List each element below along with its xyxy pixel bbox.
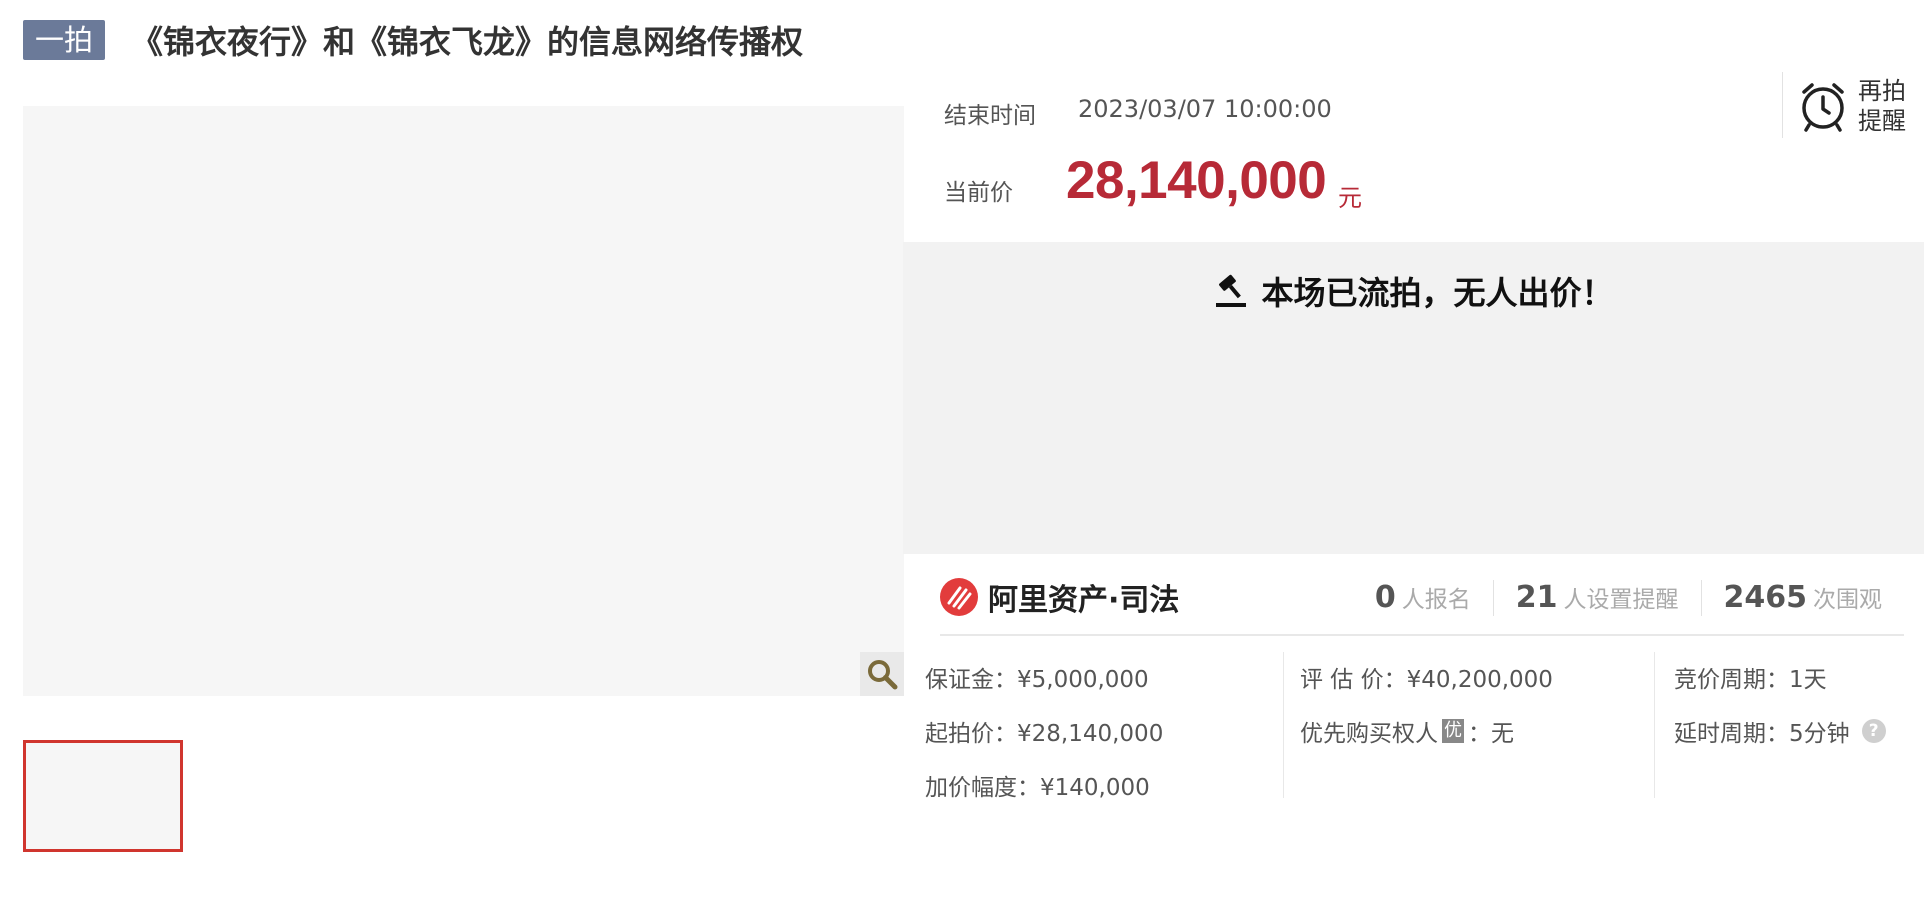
thumbnail-selected[interactable] [23,740,183,852]
priority-buyer-label: 优先购买权人 [1300,721,1438,747]
brand: 阿里资产·司法 [940,575,1179,619]
end-time-value: 2023/03/07 10:00:00 [1078,95,1332,123]
zoom-button[interactable] [860,652,904,696]
stat-reminders: 21 人设置提醒 [1492,580,1701,616]
delay-cycle-row: 延时周期：5分钟 ? [1674,714,1886,748]
brand-name: 阿里资产·司法 [988,583,1180,618]
divider [1654,652,1655,798]
alarm-clock-icon [1802,83,1844,132]
current-price-value: 28,140,000 [1066,151,1327,210]
auction-status-panel: 本场已流拍，无人出价！ [903,242,1924,554]
rebid-reminder-button[interactable]: 再拍提醒 [1782,72,1914,138]
stat-number: 2465 [1723,580,1808,615]
priority-buyer-value: ：无 [1468,721,1514,747]
auction-status-text: 本场已流拍，无人出价！ [1261,274,1614,312]
deposit: 保证金：¥5,000,000 [925,667,1149,693]
current-price-label: 当前价 [944,180,1013,206]
end-time-label: 结束时间 [944,103,1036,129]
magnifier-icon [868,660,898,690]
help-icon[interactable]: ? [1861,719,1886,743]
gavel-icon [1216,274,1247,307]
stat-label: 次围观 [1813,587,1882,613]
delay-cycle: 延时周期：5分钟 [1674,721,1850,747]
stat-registrations: 0 人报名 [1353,580,1493,616]
page-header: 一拍 《锦衣夜行》和《锦衣飞龙》的信息网络传播权 [23,20,804,61]
divider [940,634,1904,636]
round-badge: 一拍 [23,20,106,60]
stat-label: 人设置提醒 [1563,587,1679,613]
stat-number: 21 [1515,580,1558,615]
stat-number: 0 [1374,580,1396,615]
main-image[interactable] [23,106,904,696]
start-price: 起拍价：¥28,140,000 [925,721,1164,747]
stat-views: 2465 次围观 [1700,580,1905,616]
divider [1283,652,1284,798]
stat-label: 人报名 [1401,587,1471,613]
priority-buyer: 优先购买权人 优 ：无 [1300,714,1514,748]
appraisal-price: 评 估 价：¥40,200,000 [1300,667,1553,693]
bid-cycle: 竞价周期：1天 [1674,667,1827,693]
auction-stats: 0 人报名 21 人设置提醒 2465 次围观 [1353,578,1904,618]
priority-tag: 优 [1442,719,1464,743]
price-unit: 元 [1338,184,1362,212]
bid-increment: 加价幅度：¥140,000 [925,775,1150,801]
page-title: 《锦衣夜行》和《锦衣飞龙》的信息网络传播权 [131,23,804,61]
ali-assets-logo-icon [940,578,978,616]
rebid-reminder-label: 再拍提醒 [1858,77,1906,135]
